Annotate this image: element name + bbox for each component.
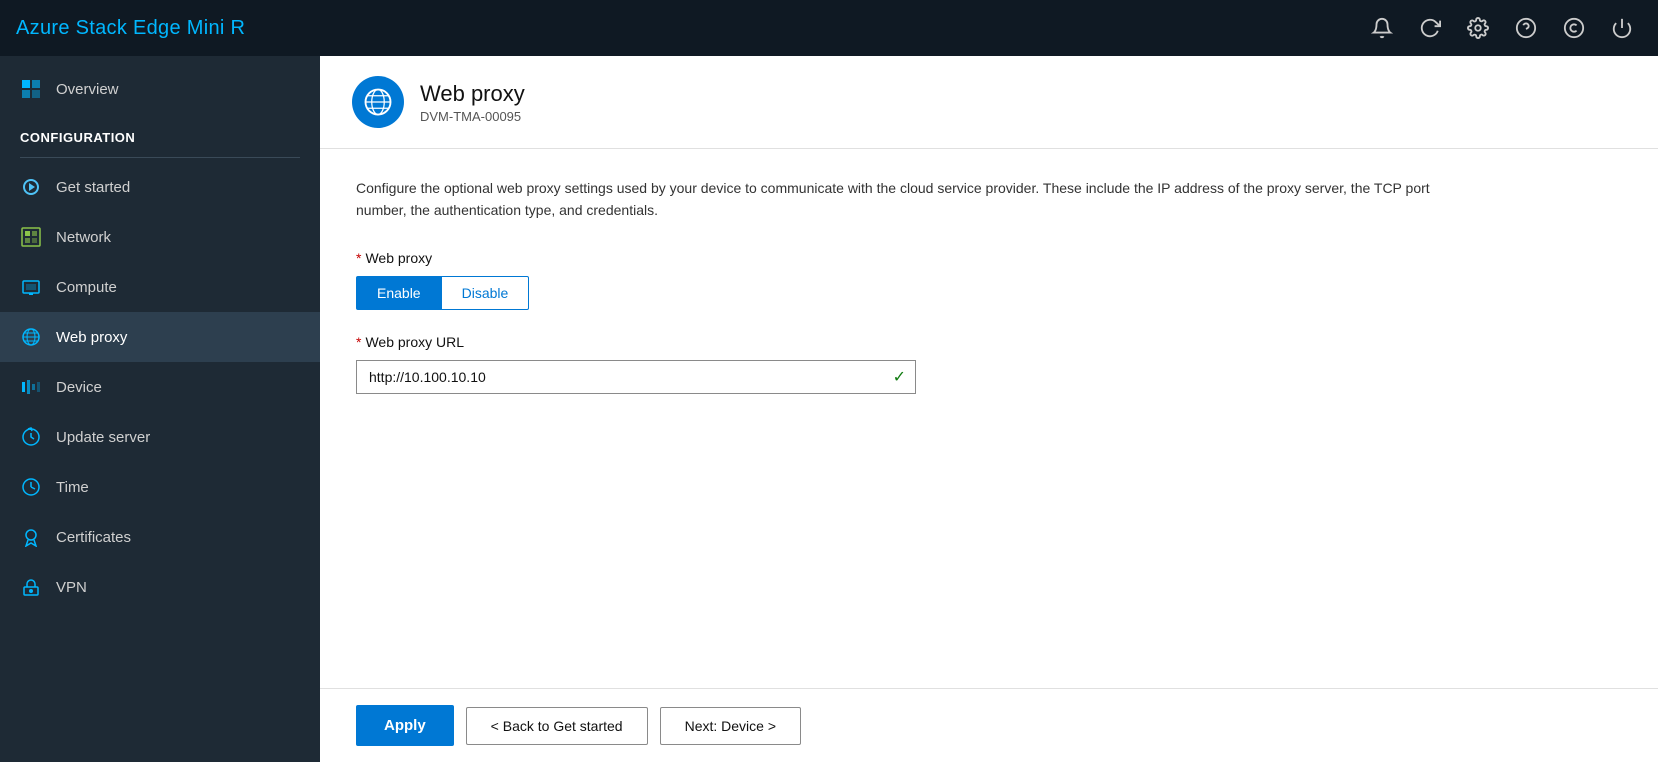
help-icon[interactable] <box>1506 8 1546 48</box>
url-field-section: * Web proxy URL ✓ <box>356 334 1622 394</box>
update-server-icon <box>20 426 42 448</box>
sidebar-item-compute-label: Compute <box>56 279 117 296</box>
next-button[interactable]: Next: Device > <box>660 707 801 745</box>
get-started-icon <box>20 176 42 198</box>
power-icon[interactable] <box>1602 8 1642 48</box>
page-subtitle: DVM-TMA-00095 <box>420 109 525 124</box>
web-proxy-field-section: * Web proxy Enable Disable <box>356 250 1622 310</box>
settings-icon[interactable] <box>1458 8 1498 48</box>
sidebar-item-web-proxy[interactable]: Web proxy <box>0 312 320 362</box>
disable-button[interactable]: Disable <box>442 276 530 310</box>
content-header: Web proxy DVM-TMA-00095 <box>320 56 1658 149</box>
sidebar-item-network-label: Network <box>56 229 111 246</box>
device-icon <box>20 376 42 398</box>
web-proxy-icon <box>20 326 42 348</box>
refresh-icon[interactable] <box>1410 8 1450 48</box>
sidebar-item-get-started-label: Get started <box>56 179 130 196</box>
main-layout: Overview CONFIGURATION Get started Netwo… <box>0 56 1658 762</box>
input-valid-checkmark: ✓ <box>893 367 906 387</box>
description-text: Configure the optional web proxy setting… <box>356 177 1456 222</box>
bell-icon[interactable] <box>1362 8 1402 48</box>
topbar-icon-group <box>1362 8 1642 48</box>
app-title: Azure Stack Edge Mini R <box>16 17 245 40</box>
apply-button[interactable]: Apply <box>356 705 454 746</box>
sidebar-item-overview[interactable]: Overview <box>0 64 320 114</box>
sidebar-item-device[interactable]: Device <box>0 362 320 412</box>
copyright-icon[interactable] <box>1554 8 1594 48</box>
network-icon <box>20 226 42 248</box>
sidebar-item-overview-label: Overview <box>56 81 119 98</box>
topbar: Azure Stack Edge Mini R <box>0 0 1658 56</box>
content-area: Web proxy DVM-TMA-00095 Configure the op… <box>320 56 1658 762</box>
required-star-2: * <box>356 334 361 350</box>
sidebar-item-vpn[interactable]: VPN <box>0 562 320 612</box>
url-input[interactable] <box>356 360 916 394</box>
sidebar-item-certificates-label: Certificates <box>56 529 131 546</box>
sidebar-divider <box>20 157 300 158</box>
sidebar: Overview CONFIGURATION Get started Netwo… <box>0 56 320 762</box>
enable-button[interactable]: Enable <box>356 276 442 310</box>
sidebar-item-update-server[interactable]: Update server <box>0 412 320 462</box>
sidebar-item-update-server-label: Update server <box>56 429 150 446</box>
sidebar-item-certificates[interactable]: Certificates <box>0 512 320 562</box>
sidebar-item-compute[interactable]: Compute <box>0 262 320 312</box>
sidebar-item-time[interactable]: Time <box>0 462 320 512</box>
sidebar-item-web-proxy-label: Web proxy <box>56 329 127 346</box>
sidebar-item-vpn-label: VPN <box>56 579 87 596</box>
sidebar-item-network[interactable]: Network <box>0 212 320 262</box>
url-field-label: * Web proxy URL <box>356 334 1622 350</box>
content-footer: Apply < Back to Get started Next: Device… <box>320 688 1658 762</box>
back-button[interactable]: < Back to Get started <box>466 707 648 745</box>
sidebar-section-title: CONFIGURATION <box>0 114 320 153</box>
sidebar-item-time-label: Time <box>56 479 89 496</box>
content-header-icon <box>352 76 404 128</box>
content-body: Configure the optional web proxy setting… <box>320 149 1658 688</box>
compute-icon <box>20 276 42 298</box>
certificates-icon <box>20 526 42 548</box>
required-star-1: * <box>356 250 361 266</box>
content-header-text: Web proxy DVM-TMA-00095 <box>420 81 525 124</box>
web-proxy-toggle-group: Enable Disable <box>356 276 1622 310</box>
vpn-icon <box>20 576 42 598</box>
page-title: Web proxy <box>420 81 525 107</box>
time-icon <box>20 476 42 498</box>
web-proxy-label: * Web proxy <box>356 250 1622 266</box>
sidebar-item-get-started[interactable]: Get started <box>0 162 320 212</box>
sidebar-item-device-label: Device <box>56 379 102 396</box>
overview-icon <box>20 78 42 100</box>
url-input-wrapper: ✓ <box>356 360 916 394</box>
